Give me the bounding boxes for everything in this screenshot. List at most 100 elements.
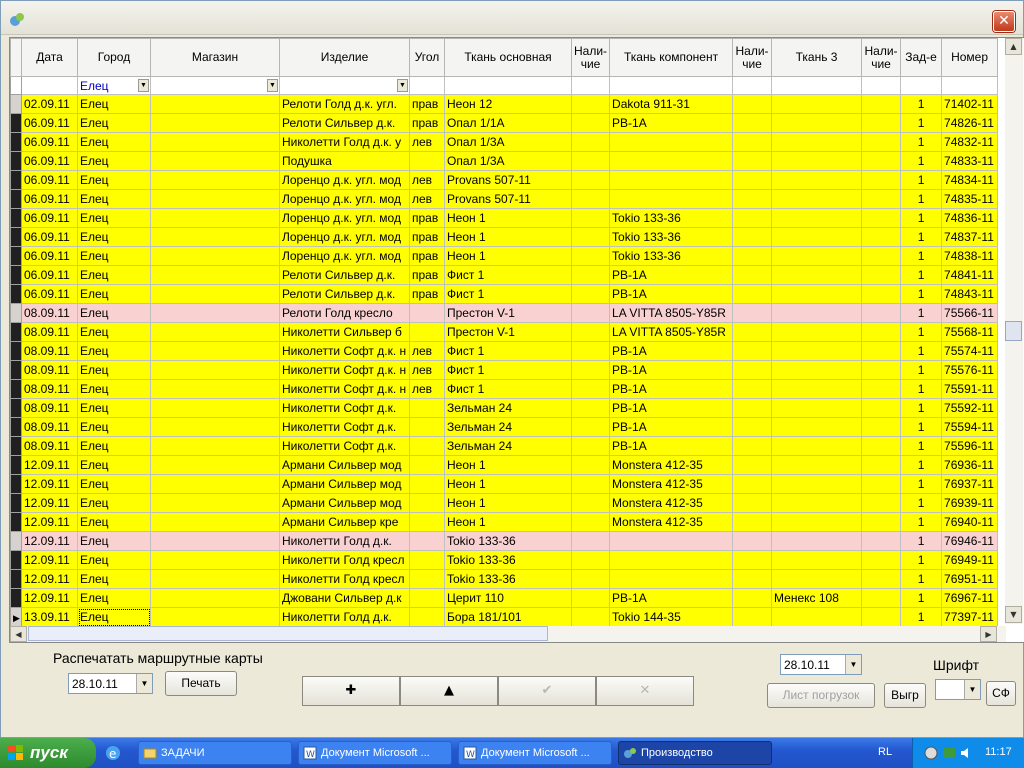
cell-avail-1[interactable] xyxy=(570,246,611,266)
cell-city[interactable]: Елец xyxy=(77,94,151,114)
cell-fabric-comp[interactable]: Monstera 412-35 xyxy=(609,474,734,494)
cell-city[interactable]: Елец xyxy=(77,398,151,418)
cell-avail-2[interactable] xyxy=(732,132,773,152)
cell-item[interactable]: Лоренцо д.к. угл. мод xyxy=(279,227,410,247)
col-header-fabric-main[interactable]: Ткань основная xyxy=(444,38,572,77)
cell-city[interactable]: Елец xyxy=(77,531,151,551)
cell-number[interactable]: 74836-11 xyxy=(941,208,999,228)
row-indicator[interactable] xyxy=(10,379,22,399)
cell-zad[interactable]: 1 xyxy=(900,607,943,627)
cell-fabric-main[interactable]: Опал 1/3А xyxy=(444,151,572,171)
cell-shop[interactable] xyxy=(150,607,280,627)
start-button[interactable]: пуск xyxy=(0,738,96,768)
cell-avail-3[interactable] xyxy=(861,322,902,342)
cell-fabric-comp[interactable] xyxy=(609,151,734,171)
cell-zad[interactable]: 1 xyxy=(900,379,943,399)
cell-shop[interactable] xyxy=(150,132,280,152)
cell-fabric-main[interactable]: Зельман 24 xyxy=(444,436,572,456)
cell-date[interactable]: 06.09.11 xyxy=(21,284,78,304)
col-header-avail-1[interactable]: Нали-чие xyxy=(570,38,611,77)
cell-avail-2[interactable] xyxy=(732,189,773,209)
table-row[interactable]: 12.09.11 Елец Армани Сильвер мод Неон 1 Mons… xyxy=(10,493,999,513)
cell-avail-1[interactable] xyxy=(570,550,611,570)
cell-avail-3[interactable] xyxy=(861,588,902,608)
taskbar-btn-tasks[interactable]: ЗАДАЧИ xyxy=(138,741,292,765)
cell-date[interactable]: 06.09.11 xyxy=(21,265,78,285)
load-date-dropdown-icon[interactable]: ▼ xyxy=(845,655,861,674)
cell-number[interactable]: 74837-11 xyxy=(941,227,999,247)
cell-fabric-comp[interactable]: Monstera 412-35 xyxy=(609,512,734,532)
filter-city[interactable]: Елец ▼ xyxy=(77,76,151,95)
cell-fabric-main[interactable]: Церит 110 xyxy=(444,588,572,608)
cell-item[interactable]: Релоти Сильвер д.к. xyxy=(279,113,410,133)
table-row[interactable]: 12.09.11 Елец Николетти Голд кресл Tokio 13… xyxy=(10,550,999,570)
cell-fabric-main[interactable]: Неон 1 xyxy=(444,455,572,475)
filter-avail-1[interactable] xyxy=(570,76,611,95)
cell-fabric-comp[interactable]: Monstera 412-35 xyxy=(609,493,734,513)
cell-zad[interactable]: 1 xyxy=(900,588,943,608)
cell-zad[interactable]: 1 xyxy=(900,94,943,114)
cell-fabric-3[interactable] xyxy=(771,512,863,532)
cell-fabric-3[interactable] xyxy=(771,360,863,380)
cell-shop[interactable] xyxy=(150,208,280,228)
move-up-button[interactable]: ▲ xyxy=(400,676,498,706)
cell-fabric-3[interactable] xyxy=(771,227,863,247)
cell-avail-2[interactable] xyxy=(732,531,773,551)
cell-item[interactable]: Лоренцо д.к. угл. мод xyxy=(279,246,410,266)
cell-number[interactable]: 75594-11 xyxy=(941,417,999,437)
cell-shop[interactable] xyxy=(150,341,280,361)
cell-shop[interactable] xyxy=(150,265,280,285)
cell-item[interactable]: Лоренцо д.к. угл. мод xyxy=(279,170,410,190)
cell-shop[interactable] xyxy=(150,360,280,380)
cell-item[interactable]: Релоти Сильвер д.к. xyxy=(279,265,410,285)
cell-number[interactable]: 76936-11 xyxy=(941,455,999,475)
cell-item[interactable]: Лоренцо д.к. угл. мод xyxy=(279,208,410,228)
table-row[interactable]: 12.09.11 Елец Джовани Сильвер д.к Церит 110… xyxy=(10,588,999,608)
cell-date[interactable]: 06.09.11 xyxy=(21,227,78,247)
filter-item[interactable]: ▼ xyxy=(279,76,410,95)
cell-shop[interactable] xyxy=(150,474,280,494)
cell-corner[interactable]: прав xyxy=(409,208,445,228)
cell-city[interactable]: Елец xyxy=(77,550,151,570)
sf-button[interactable]: СФ xyxy=(986,681,1016,706)
taskbar-btn-production[interactable]: Производство xyxy=(618,741,772,765)
cell-city[interactable]: Елец xyxy=(77,246,151,266)
cell-fabric-comp[interactable]: РВ-1А xyxy=(609,588,734,608)
filter-fabric-main[interactable] xyxy=(444,76,572,95)
font-select[interactable]: ▼ xyxy=(935,679,981,700)
cell-number[interactable]: 75566-11 xyxy=(941,303,999,323)
cell-city[interactable]: Елец xyxy=(77,151,151,171)
row-indicator[interactable] xyxy=(10,436,22,456)
cell-fabric-main[interactable]: Зельман 24 xyxy=(444,398,572,418)
cell-corner[interactable]: прав xyxy=(409,94,445,114)
filter-zad[interactable] xyxy=(900,76,943,95)
cell-corner[interactable] xyxy=(409,512,445,532)
cell-fabric-main[interactable]: Фист 1 xyxy=(444,379,572,399)
cell-date[interactable]: 08.09.11 xyxy=(21,341,78,361)
cell-avail-1[interactable] xyxy=(570,360,611,380)
filter-corner[interactable] xyxy=(409,76,445,95)
add-record-button[interactable]: ✚ xyxy=(302,676,400,706)
cell-date[interactable]: 12.09.11 xyxy=(21,512,78,532)
cell-item[interactable]: Николетти Сильвер б xyxy=(279,322,410,342)
cell-fabric-3[interactable] xyxy=(771,417,863,437)
row-indicator[interactable] xyxy=(10,132,22,152)
row-indicator[interactable] xyxy=(10,474,22,494)
cell-avail-1[interactable] xyxy=(570,607,611,627)
row-indicator[interactable] xyxy=(10,417,22,437)
cell-fabric-main[interactable]: Неон 1 xyxy=(444,512,572,532)
row-indicator[interactable] xyxy=(10,246,22,266)
font-dropdown-icon[interactable]: ▼ xyxy=(964,680,980,699)
cell-city[interactable]: Елец xyxy=(77,170,151,190)
cell-avail-3[interactable] xyxy=(861,474,902,494)
cancel-button[interactable]: ✕ xyxy=(596,676,694,706)
cell-fabric-comp[interactable]: РВ-1А xyxy=(609,379,734,399)
cell-avail-1[interactable] xyxy=(570,189,611,209)
cell-fabric-main[interactable]: Неон 1 xyxy=(444,474,572,494)
table-row[interactable]: ▶ 13.09.11 Елец Николетти Голд д.к. Бора 181… xyxy=(10,607,999,627)
cell-corner[interactable] xyxy=(409,474,445,494)
cell-zad[interactable]: 1 xyxy=(900,227,943,247)
cell-corner[interactable]: лев xyxy=(409,379,445,399)
cell-corner[interactable] xyxy=(409,151,445,171)
tray-app-icon[interactable] xyxy=(923,745,939,761)
